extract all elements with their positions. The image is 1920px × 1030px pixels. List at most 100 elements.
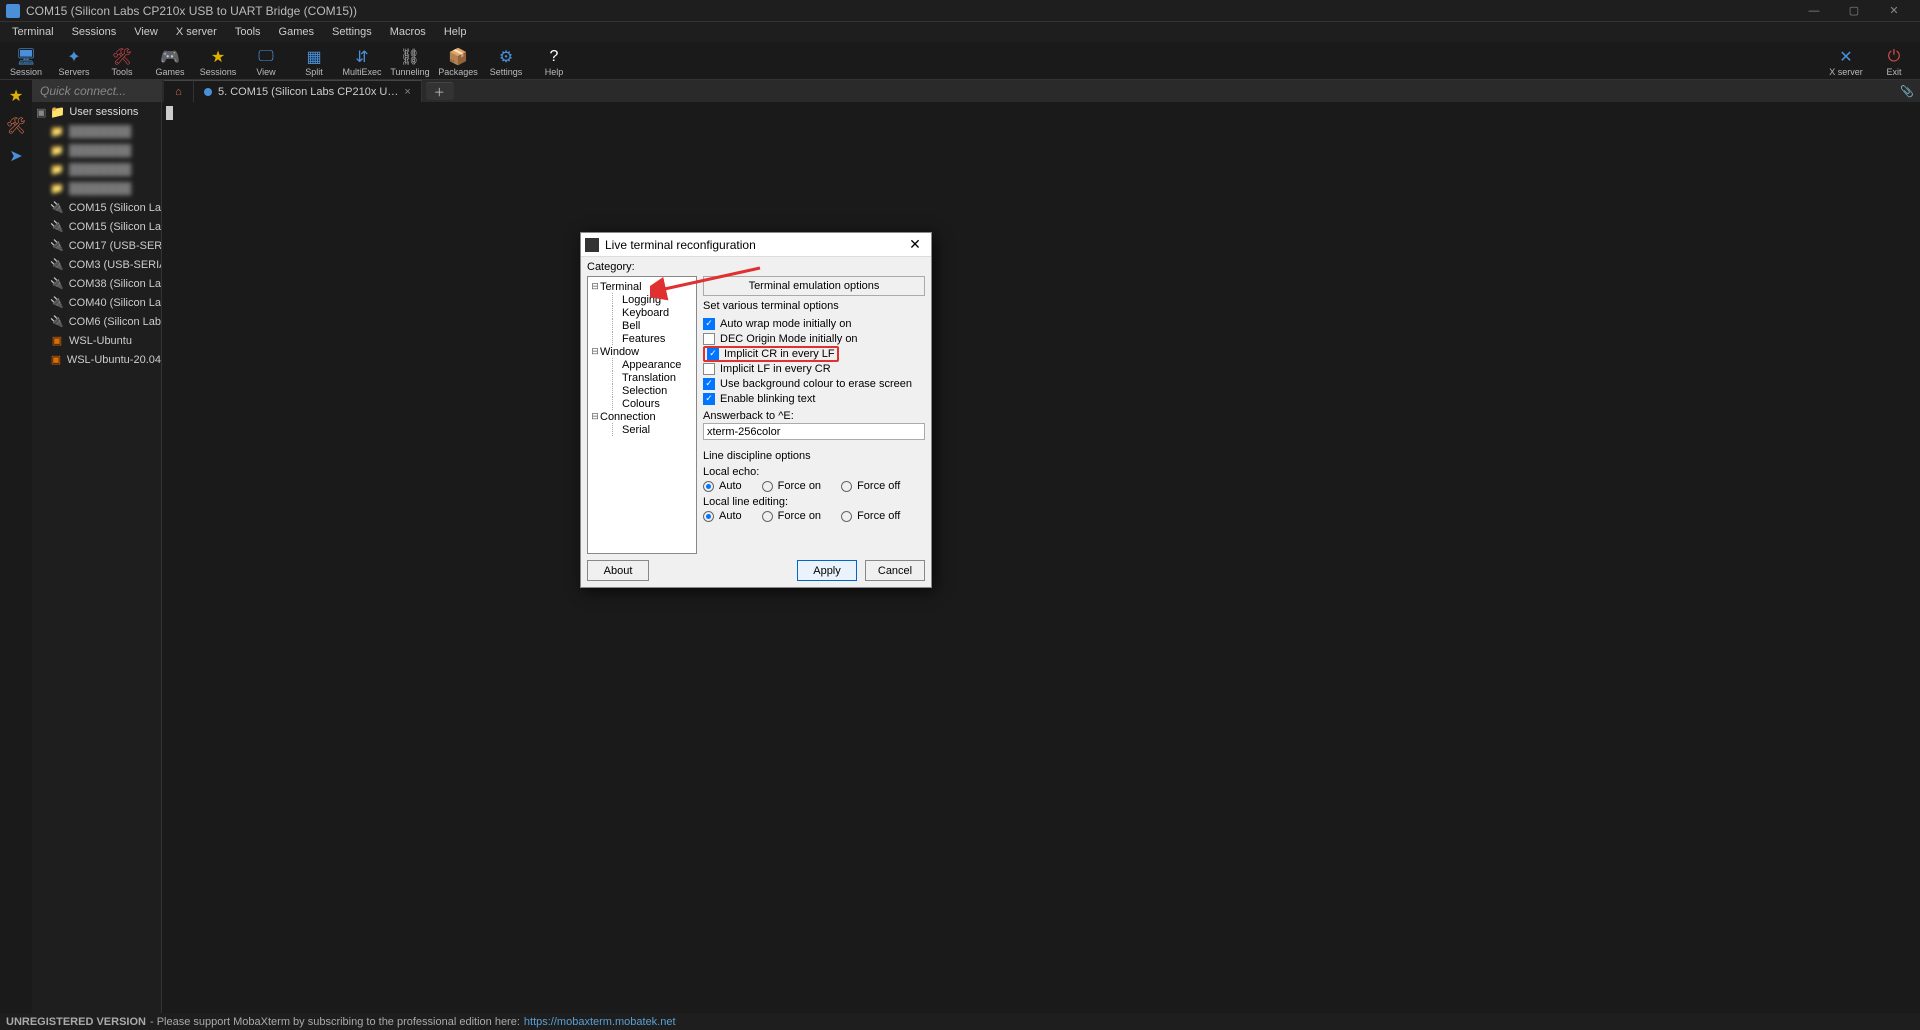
dialog-close-button[interactable]: ✕ <box>903 235 927 255</box>
radio-echo-force-off[interactable]: Force off <box>841 480 900 492</box>
toolbar-x server[interactable]: ✕X server <box>1824 46 1868 80</box>
session-item[interactable]: ▣WSL-Ubuntu-20.04 <box>32 350 161 369</box>
attach-icon[interactable]: 📎 <box>1900 80 1920 102</box>
menu-help[interactable]: Help <box>436 24 475 40</box>
maximize-button[interactable]: ▢ <box>1834 1 1874 21</box>
session-item[interactable]: 🔌COM15 (Silicon Labs CP <box>32 198 161 217</box>
menu-tools[interactable]: Tools <box>227 24 269 40</box>
collapse-icon[interactable]: ⊟ <box>590 346 600 357</box>
serial-icon: 🔌 <box>50 201 64 215</box>
left-rail: ★ 🛠 ➤ <box>0 80 32 1015</box>
new-tab-button[interactable]: ＋ <box>426 82 454 100</box>
session-item[interactable]: 📁████████ <box>32 141 161 160</box>
tree-connection[interactable]: ⊟Connection <box>590 410 694 423</box>
menu-macros[interactable]: Macros <box>382 24 434 40</box>
toolbar-servers[interactable]: ✦Servers <box>52 46 96 80</box>
content-area: ⌂ 5. COM15 (Silicon Labs CP210x U… × ＋ 📎 <box>162 80 1920 1015</box>
toolbar-tools[interactable]: 🛠Tools <box>100 46 144 80</box>
sessions-header[interactable]: ▣ 📁 User sessions <box>32 102 161 122</box>
session-label: COM17 (USB-SERIAL C <box>69 240 161 252</box>
radio-label: Force off <box>857 510 900 522</box>
answerback-input[interactable] <box>703 423 925 440</box>
session-item[interactable]: 📁████████ <box>32 122 161 141</box>
menu-games[interactable]: Games <box>271 24 322 40</box>
terminal-area[interactable] <box>162 102 1920 1015</box>
toolbar-multiexec[interactable]: ⇵MultiExec <box>340 46 384 80</box>
checkbox[interactable] <box>703 363 715 375</box>
option-dec-origin-mode-initially-on[interactable]: DEC Origin Mode initially on <box>703 331 925 346</box>
radio-line-auto[interactable]: Auto <box>703 510 742 522</box>
tree-keyboard[interactable]: Keyboard <box>590 306 694 319</box>
toolbar-view[interactable]: 🖵View <box>244 46 288 80</box>
apply-button[interactable]: Apply <box>797 560 857 581</box>
tree-selection[interactable]: Selection <box>590 384 694 397</box>
menu-settings[interactable]: Settings <box>324 24 380 40</box>
radio-echo-auto[interactable]: Auto <box>703 480 742 492</box>
dialog-titlebar[interactable]: Live terminal reconfiguration ✕ <box>581 233 931 257</box>
menu-view[interactable]: View <box>126 24 166 40</box>
toolbar-help[interactable]: ?Help <box>532 46 576 80</box>
toolbar-tunneling[interactable]: ⛓Tunneling <box>388 46 432 80</box>
session-item[interactable]: 🔌COM40 (Silicon Labs CP <box>32 293 161 312</box>
radio-line-force-on[interactable]: Force on <box>762 510 821 522</box>
option-use-background-colour-to-erase-screen[interactable]: ✓Use background colour to erase screen <box>703 376 925 391</box>
collapse-icon[interactable]: ⊟ <box>590 281 600 292</box>
checkbox[interactable]: ✓ <box>703 393 715 405</box>
collapse-icon[interactable]: ⊟ <box>590 411 600 422</box>
radio-echo-force-on[interactable]: Force on <box>762 480 821 492</box>
tree-features[interactable]: Features <box>590 332 694 345</box>
tree-bell[interactable]: Bell <box>590 319 694 332</box>
radio-line-force-off[interactable]: Force off <box>841 510 900 522</box>
tab-close-icon[interactable]: × <box>404 86 410 98</box>
session-item[interactable]: ▣WSL-Ubuntu <box>32 331 161 350</box>
tools-icon[interactable]: 🛠 <box>6 116 26 136</box>
session-item[interactable]: 🔌COM3 (USB-SERIAL CH <box>32 255 161 274</box>
tree-logging[interactable]: Logging <box>590 293 694 306</box>
menu-terminal[interactable]: Terminal <box>4 24 62 40</box>
toolbar-sessions[interactable]: ★Sessions <box>196 46 240 80</box>
tree-terminal[interactable]: ⊟Terminal <box>590 280 694 293</box>
tree-translation[interactable]: Translation <box>590 371 694 384</box>
status-prefix: UNREGISTERED VERSION <box>6 1016 146 1028</box>
checkbox[interactable]: ✓ <box>703 318 715 330</box>
session-item[interactable]: 🔌COM17 (USB-SERIAL C <box>32 236 161 255</box>
toolbar-session[interactable]: 🖥Session <box>4 46 48 80</box>
toolbar-packages[interactable]: 📦Packages <box>436 46 480 80</box>
close-button[interactable]: ✕ <box>1874 1 1914 21</box>
cancel-button[interactable]: Cancel <box>865 560 925 581</box>
option-enable-blinking-text[interactable]: ✓Enable blinking text <box>703 391 925 406</box>
quick-connect-input[interactable]: Quick connect... <box>32 80 161 102</box>
tab-com15[interactable]: 5. COM15 (Silicon Labs CP210x U… × <box>194 80 422 102</box>
favorites-icon[interactable]: ★ <box>6 86 26 106</box>
checkbox[interactable] <box>703 333 715 345</box>
toolbar-exit[interactable]: ⏻Exit <box>1872 46 1916 80</box>
about-button[interactable]: About <box>587 560 649 581</box>
option-implicit-lf-in-every-cr[interactable]: Implicit LF in every CR <box>703 361 925 376</box>
checkbox-label: Auto wrap mode initially on <box>720 318 851 330</box>
session-item[interactable]: 📁████████ <box>32 160 161 179</box>
menu-sessions[interactable]: Sessions <box>64 24 125 40</box>
checkbox[interactable]: ✓ <box>703 378 715 390</box>
send-icon[interactable]: ➤ <box>6 146 26 166</box>
minimize-button[interactable]: — <box>1794 1 1834 21</box>
tree-colours[interactable]: Colours <box>590 397 694 410</box>
view-icon: 🖵 <box>257 48 275 66</box>
tree-window[interactable]: ⊟Window <box>590 345 694 358</box>
tree-appearance[interactable]: Appearance <box>590 358 694 371</box>
option-implicit-cr-in-every-lf[interactable]: ✓Implicit CR in every LF <box>703 346 925 361</box>
option-auto-wrap-mode-initially-on[interactable]: ✓ Auto wrap mode initially on <box>703 316 925 331</box>
home-tab[interactable]: ⌂ <box>164 80 194 102</box>
menu-x-server[interactable]: X server <box>168 24 225 40</box>
category-tree[interactable]: ⊟TerminalLoggingKeyboardBellFeatures⊟Win… <box>587 276 697 554</box>
toolbar-split[interactable]: ▦Split <box>292 46 336 80</box>
toolbar-games[interactable]: 🎮Games <box>148 46 192 80</box>
session-item[interactable]: 🔌COM6 (Silicon Labs CP2 <box>32 312 161 331</box>
status-link[interactable]: https://mobaxterm.mobatek.net <box>524 1016 676 1028</box>
toolbar-settings[interactable]: ⚙Settings <box>484 46 528 80</box>
session-item[interactable]: 🔌COM38 (Silicon Labs CP <box>32 274 161 293</box>
checkbox[interactable]: ✓ <box>707 348 719 360</box>
session-item[interactable]: 📁████████ <box>32 179 161 198</box>
radio-icon <box>703 481 714 492</box>
tree-serial[interactable]: Serial <box>590 423 694 436</box>
session-item[interactable]: 🔌COM15 (Silicon Labs CP <box>32 217 161 236</box>
